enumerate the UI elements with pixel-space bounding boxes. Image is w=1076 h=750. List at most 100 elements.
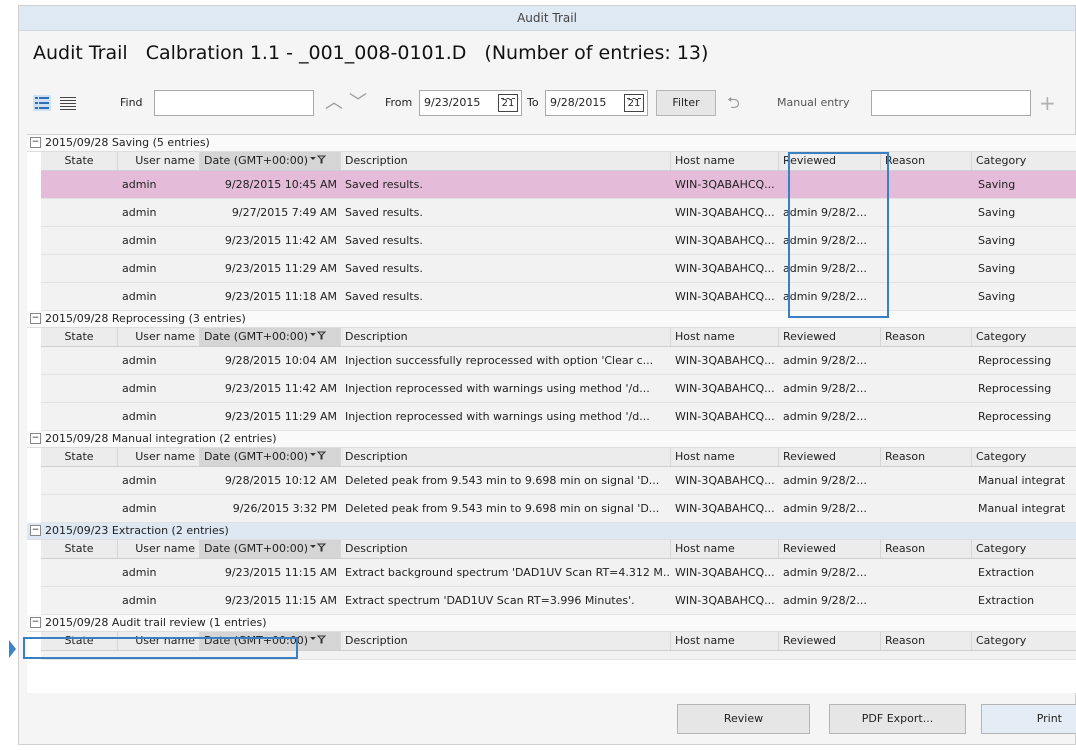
- column-category[interactable]: Category: [972, 328, 1076, 346]
- table-row[interactable]: admin 9/23/2015 11:29 AM Saved results. WIN…: [41, 255, 1076, 283]
- table-row[interactable]: admin 9/27/2015 7:49 AM Saved results. WIN-…: [41, 199, 1076, 227]
- calendar-icon[interactable]: 21: [498, 94, 518, 112]
- column-host-name[interactable]: Host name: [671, 152, 779, 170]
- filter-funnel-icon[interactable]: [310, 540, 327, 558]
- column-host-name[interactable]: Host name: [671, 632, 779, 650]
- table-row[interactable]: admin 9/23/2015 11:29 AM Injection reproce…: [41, 403, 1076, 431]
- find-previous-icon[interactable]: ︿: [325, 90, 343, 116]
- column-host-name[interactable]: Host name: [671, 328, 779, 346]
- find-input[interactable]: [154, 90, 314, 116]
- find-next-icon[interactable]: ﹀: [349, 90, 367, 116]
- collapse-toggle-icon[interactable]: −: [30, 524, 41, 536]
- column-user-name[interactable]: User name: [118, 540, 200, 558]
- column-reason[interactable]: Reason: [881, 540, 972, 558]
- column-description[interactable]: Description: [341, 152, 671, 170]
- filter-button[interactable]: Filter: [656, 90, 716, 116]
- filter-funnel-icon[interactable]: [310, 448, 327, 466]
- group-header[interactable]: −2015/09/23 Extraction (2 entries): [27, 523, 1076, 540]
- cell-reason: [881, 171, 972, 198]
- column-description[interactable]: Description: [341, 540, 671, 558]
- table-row[interactable]: [41, 651, 1076, 660]
- column-date[interactable]: Date (GMT+00:00): [200, 152, 341, 170]
- column-category[interactable]: Category: [972, 632, 1076, 650]
- table-row[interactable]: admin 9/23/2015 11:18 AM Saved results. WIN…: [41, 283, 1076, 311]
- column-reviewed[interactable]: Reviewed: [779, 152, 881, 170]
- column-reason[interactable]: Reason: [881, 448, 972, 466]
- column-date[interactable]: Date (GMT+00:00): [200, 540, 341, 558]
- from-date-field[interactable]: 9/23/2015 21: [419, 90, 522, 116]
- print-button[interactable]: Print: [981, 704, 1076, 734]
- table-row[interactable]: admin 9/28/2015 10:04 AM Injection success…: [41, 347, 1076, 375]
- group-header[interactable]: −2015/09/28 Saving (5 entries): [27, 135, 1076, 152]
- column-reason[interactable]: Reason: [881, 152, 972, 170]
- collapse-toggle-icon[interactable]: −: [30, 432, 41, 444]
- table-row[interactable]: admin 9/28/2015 10:45 AM Saved results. WIN…: [41, 171, 1076, 199]
- add-entry-icon[interactable]: +: [1039, 90, 1056, 116]
- cell-user: admin: [122, 382, 157, 395]
- table-row[interactable]: admin 9/23/2015 11:15 AM Extract backgroun…: [41, 559, 1076, 587]
- window-title: Audit Trail: [19, 6, 1075, 31]
- manual-entry-input[interactable]: [871, 90, 1031, 116]
- review-button[interactable]: Review: [677, 704, 810, 734]
- column-state[interactable]: State: [41, 540, 118, 558]
- group-header[interactable]: −2015/09/28 Manual integration (2 entrie…: [27, 431, 1076, 448]
- table-row[interactable]: admin 9/28/2015 10:12 AM Deleted peak from…: [41, 467, 1076, 495]
- collapse-toggle-icon[interactable]: −: [30, 136, 41, 148]
- column-reason[interactable]: Reason: [881, 632, 972, 650]
- cell-host: WIN-3QABAHCQ...: [675, 262, 775, 275]
- to-label: To: [527, 96, 539, 109]
- filter-funnel-icon[interactable]: [310, 328, 327, 346]
- undo-filter-icon[interactable]: ⮌: [727, 90, 740, 116]
- pdf-export-button[interactable]: PDF Export...: [829, 704, 966, 734]
- column-date[interactable]: Date (GMT+00:00): [200, 632, 341, 650]
- table-row[interactable]: admin 9/23/2015 11:42 AM Saved results. WIN…: [41, 227, 1076, 255]
- column-host-name[interactable]: Host name: [671, 448, 779, 466]
- list-view-icon[interactable]: [33, 95, 51, 111]
- cell-date: [200, 651, 341, 659]
- table-row[interactable]: admin 9/23/2015 11:15 AM Extract spectrum …: [41, 587, 1076, 615]
- column-state-label: State: [64, 330, 94, 343]
- to-date-field[interactable]: 9/28/2015 21: [545, 90, 648, 116]
- group-header[interactable]: −2015/09/28 Audit trail review (1 entrie…: [27, 615, 1076, 632]
- cell-date: 9/28/2015 10:04 AM: [224, 354, 337, 367]
- column-reviewed[interactable]: Reviewed: [779, 540, 881, 558]
- column-date[interactable]: Date (GMT+00:00): [200, 328, 341, 346]
- column-reviewed-label: Reviewed: [783, 154, 836, 167]
- column-state-label: State: [64, 450, 94, 463]
- group-header[interactable]: −2015/09/28 Reprocessing (3 entries): [27, 311, 1076, 328]
- column-user-name[interactable]: User name: [118, 328, 200, 346]
- collapse-toggle-icon[interactable]: −: [30, 312, 41, 324]
- column-description[interactable]: Description: [341, 632, 671, 650]
- column-user-name[interactable]: User name: [118, 448, 200, 466]
- column-description[interactable]: Description: [341, 448, 671, 466]
- cell-description: Saved results.: [345, 206, 423, 219]
- column-category[interactable]: Category: [972, 540, 1076, 558]
- column-reviewed[interactable]: Reviewed: [779, 448, 881, 466]
- column-state[interactable]: State: [41, 152, 118, 170]
- column-reviewed[interactable]: Reviewed: [779, 632, 881, 650]
- column-state[interactable]: State: [41, 448, 118, 466]
- column-category[interactable]: Category: [972, 448, 1076, 466]
- toolbar: Find ︿ ﹀ From 9/23/2015 21 To 9/28/2015 …: [19, 90, 1075, 118]
- compact-view-icon[interactable]: [59, 95, 77, 111]
- column-category[interactable]: Category: [972, 152, 1076, 170]
- column-state[interactable]: State: [41, 328, 118, 346]
- cell-date: 9/28/2015 10:45 AM: [224, 178, 337, 191]
- calendar-icon[interactable]: 21: [624, 94, 644, 112]
- column-host-name[interactable]: Host name: [671, 540, 779, 558]
- filter-funnel-icon[interactable]: [310, 152, 327, 170]
- column-user-name[interactable]: User name: [118, 632, 200, 650]
- table-row[interactable]: admin 9/26/2015 3:32 PM Deleted peak from …: [41, 495, 1076, 523]
- column-state[interactable]: State: [41, 632, 118, 650]
- column-description[interactable]: Description: [341, 328, 671, 346]
- column-header-row: State User name Date (GMT+00:00) Descriptio…: [41, 540, 1076, 559]
- table-row[interactable]: admin 9/23/2015 11:42 AM Injection reproce…: [41, 375, 1076, 403]
- column-reason[interactable]: Reason: [881, 328, 972, 346]
- filter-funnel-icon[interactable]: [310, 632, 327, 650]
- column-user-name[interactable]: User name: [118, 152, 200, 170]
- cell-host: WIN-3QABAHCQ...: [675, 290, 775, 303]
- column-description-label: Description: [345, 330, 408, 343]
- column-date[interactable]: Date (GMT+00:00): [200, 448, 341, 466]
- column-reviewed[interactable]: Reviewed: [779, 328, 881, 346]
- collapse-toggle-icon[interactable]: −: [30, 616, 41, 628]
